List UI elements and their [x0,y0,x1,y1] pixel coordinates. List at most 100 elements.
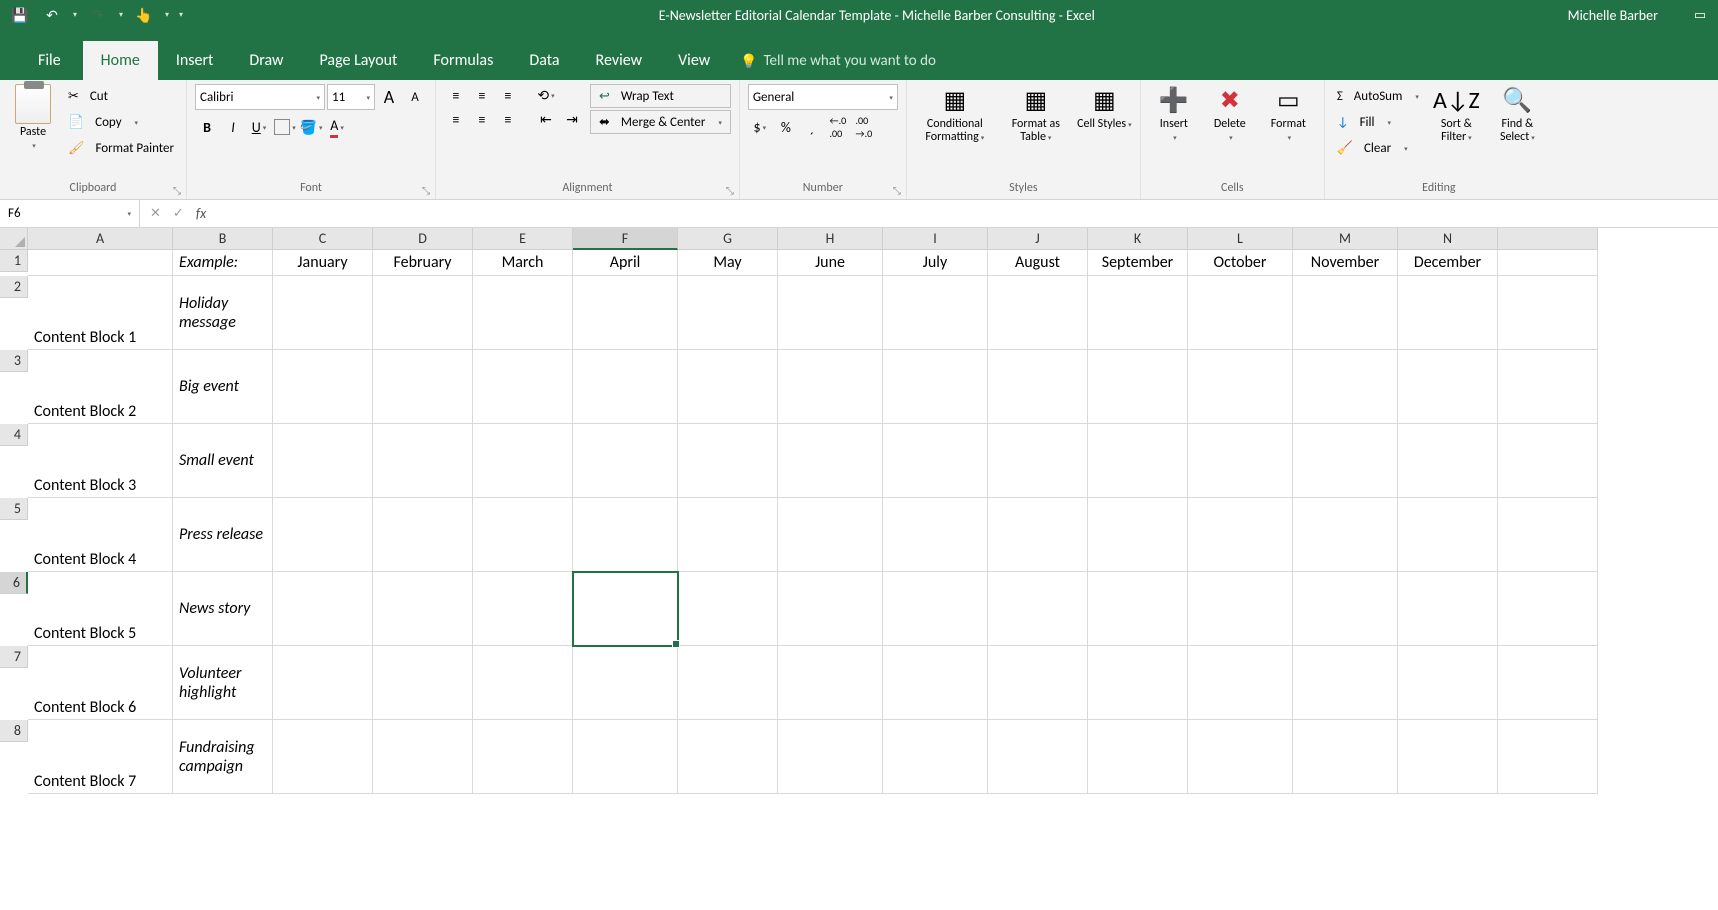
cell-D3[interactable] [373,350,473,424]
cell-M7[interactable] [1293,646,1398,720]
insert-cells-button[interactable]: ➕ Insert▾ [1149,84,1199,144]
cell-H5[interactable] [778,498,883,572]
touch-mode-icon[interactable]: 👆 [130,3,158,27]
underline-button[interactable]: U▾ [247,116,271,138]
cell-D7[interactable] [373,646,473,720]
cell-blank4[interactable] [1498,424,1598,498]
align-top-button[interactable]: ≡ [444,84,468,106]
cell-C7[interactable] [273,646,373,720]
tab-view[interactable]: View [660,41,728,80]
cell-F6[interactable] [573,572,678,646]
cell-L4[interactable] [1188,424,1293,498]
tab-draw[interactable]: Draw [231,41,301,80]
cell-E1[interactable]: March [473,250,573,276]
autosum-button[interactable]: Σ AutoSum ▾ [1333,84,1423,108]
percent-format-button[interactable]: % [774,116,798,138]
cell-D1[interactable]: February [373,250,473,276]
clipboard-dialog-launcher[interactable]: ⤡ [170,183,184,197]
user-name[interactable]: Michelle Barber [1568,7,1688,24]
align-left-button[interactable]: ≡ [444,108,468,130]
redo-icon[interactable]: ↷ [84,3,112,27]
font-size-combo[interactable]: 11▾ [327,84,375,110]
cell-D5[interactable] [373,498,473,572]
cell-B3[interactable]: Big event [173,350,273,424]
cell-E8[interactable] [473,720,573,794]
cell-I1[interactable]: July [883,250,988,276]
align-middle-button[interactable]: ≡ [470,84,494,106]
cell-I7[interactable] [883,646,988,720]
column-header-H[interactable]: H [778,228,883,250]
tab-data[interactable]: Data [511,41,577,80]
column-header-blank[interactable] [1498,228,1598,250]
cell-blank7[interactable] [1498,646,1598,720]
cell-I3[interactable] [883,350,988,424]
alignment-dialog-launcher[interactable]: ⤡ [723,183,737,197]
column-header-J[interactable]: J [988,228,1088,250]
cell-G3[interactable] [678,350,778,424]
tab-review[interactable]: Review [578,41,661,80]
cell-F2[interactable] [573,276,678,350]
cell-A3[interactable]: Content Block 2 [28,350,173,424]
cell-M4[interactable] [1293,424,1398,498]
row-header-6[interactable]: 6 [0,572,28,594]
decrease-decimal-button[interactable]: .00→.0 [852,116,876,138]
cell-blank1[interactable] [1498,250,1598,276]
row-header-3[interactable]: 3 [0,350,28,372]
tab-insert[interactable]: Insert [158,41,232,80]
cell-blank5[interactable] [1498,498,1598,572]
number-format-combo[interactable]: General▾ [748,84,898,110]
row-header-5[interactable]: 5 [0,498,28,520]
ribbon-options-icon[interactable]: ▭ [1688,3,1712,27]
cell-K8[interactable] [1088,720,1188,794]
cell-K7[interactable] [1088,646,1188,720]
undo-icon[interactable]: ↶ [38,3,66,27]
cell-N7[interactable] [1398,646,1498,720]
column-header-L[interactable]: L [1188,228,1293,250]
cell-C1[interactable]: January [273,250,373,276]
delete-cells-button[interactable]: ✖ Delete▾ [1205,84,1255,144]
cell-H2[interactable] [778,276,883,350]
cell-G4[interactable] [678,424,778,498]
qat-customize[interactable]: ▾ [176,3,186,27]
cell-M6[interactable] [1293,572,1398,646]
align-bottom-button[interactable]: ≡ [496,84,520,106]
column-header-K[interactable]: K [1088,228,1188,250]
cell-M1[interactable]: November [1293,250,1398,276]
cell-F8[interactable] [573,720,678,794]
cell-H6[interactable] [778,572,883,646]
cell-J2[interactable] [988,276,1088,350]
cell-J4[interactable] [988,424,1088,498]
cell-J6[interactable] [988,572,1088,646]
cell-B4[interactable]: Small event [173,424,273,498]
column-header-E[interactable]: E [473,228,573,250]
clear-button[interactable]: 🧹 Clear ▾ [1333,136,1423,160]
column-header-A[interactable]: A [28,228,173,250]
cell-N3[interactable] [1398,350,1498,424]
cell-I4[interactable] [883,424,988,498]
cell-M5[interactable] [1293,498,1398,572]
cancel-formula-icon[interactable]: ✕ [150,206,161,221]
borders-button[interactable]: ▾ [273,116,297,138]
decrease-indent-button[interactable]: ⇤ [534,108,558,130]
cell-C4[interactable] [273,424,373,498]
cell-blank6[interactable] [1498,572,1598,646]
column-header-C[interactable]: C [273,228,373,250]
row-header-8[interactable]: 8 [0,720,28,742]
cell-C3[interactable] [273,350,373,424]
cell-B1[interactable]: Example: [173,250,273,276]
cell-A4[interactable]: Content Block 3 [28,424,173,498]
formula-input[interactable] [216,200,1718,227]
cell-H8[interactable] [778,720,883,794]
row-header-7[interactable]: 7 [0,646,28,668]
cell-N5[interactable] [1398,498,1498,572]
bold-button[interactable]: B [195,116,219,138]
cell-H4[interactable] [778,424,883,498]
cell-G1[interactable]: May [678,250,778,276]
cell-G7[interactable] [678,646,778,720]
cell-E2[interactable] [473,276,573,350]
find-select-button[interactable]: 🔍 Find & Select▾ [1490,84,1545,144]
cell-blank8[interactable] [1498,720,1598,794]
name-box[interactable]: F6▾ [0,200,140,227]
tell-me-search[interactable]: 💡 Tell me what you want to do [728,42,948,80]
cell-A6[interactable]: Content Block 5 [28,572,173,646]
